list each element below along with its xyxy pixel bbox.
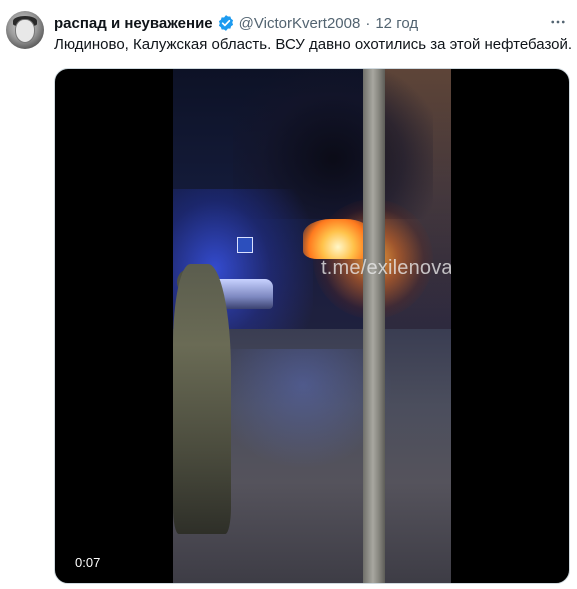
video-player[interactable]: t.me/exilenova_plus 0:07 [54,68,570,584]
verified-badge-icon [217,14,235,32]
crosswalk-sign [237,237,253,253]
video-timecode: 0:07 [75,555,101,570]
soldier-silhouette [173,264,231,534]
author-handle[interactable]: @VictorKvert2008 [239,15,361,32]
separator-dot: · [365,14,371,32]
more-dots-icon[interactable] [546,12,570,32]
video-watermark: t.me/exilenova_plus [321,257,451,279]
tweet-header: распад и неуважение @VictorKvert2008 · 1… [54,12,418,34]
author-avatar[interactable] [6,11,44,49]
utility-pole [363,69,385,583]
video-frame[interactable]: t.me/exilenova_plus [173,69,451,583]
author-name[interactable]: распад и неуважение [54,15,213,32]
avatar-face [15,19,35,43]
post-time[interactable]: 12 год [375,15,418,32]
tweet-text: Людиново, Калужская область. ВСУ давно о… [54,36,573,53]
